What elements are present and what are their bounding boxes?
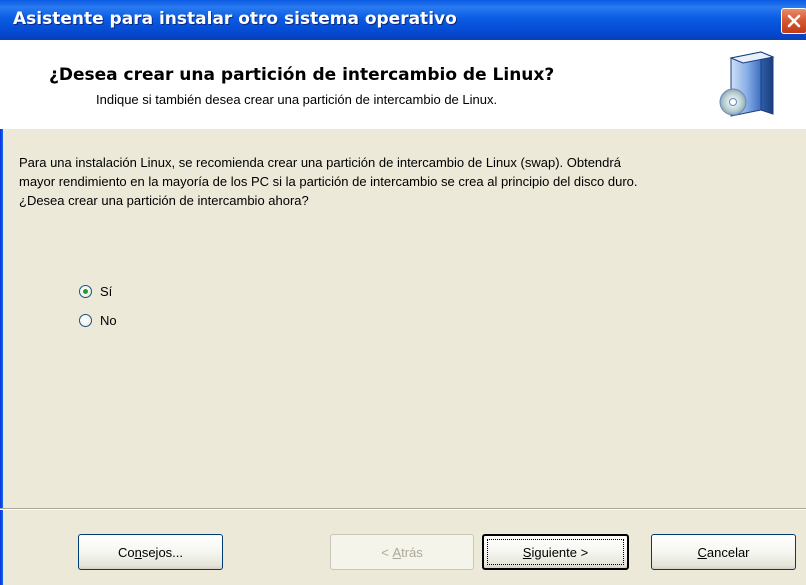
- focus-rectangle: [487, 539, 624, 565]
- cancel-button[interactable]: Cancelar: [651, 534, 796, 570]
- tips-label-part: Co: [117, 544, 135, 560]
- cancel-mnemonic: C: [697, 544, 707, 560]
- tips-label-rest: sejos...: [141, 544, 184, 560]
- radio-si[interactable]: Sí: [79, 282, 112, 300]
- radio-button-checked[interactable]: [79, 284, 92, 298]
- tips-mnemonic: n: [134, 544, 142, 560]
- page-subtitle: Indique si también desea crear una parti…: [96, 92, 498, 107]
- back-label-rest: trás: [401, 544, 423, 560]
- title-bar[interactable]: Asistente para instalar otro sistema ope…: [0, 0, 806, 40]
- wizard-header: ¿Desea crear una partición de intercambi…: [0, 40, 806, 129]
- description-text: Para una instalación Linux, se recomiend…: [19, 155, 638, 208]
- footer-divider: [0, 508, 806, 510]
- radio-si-label[interactable]: Sí: [100, 284, 112, 299]
- tips-button[interactable]: Co n sejos...: [78, 534, 223, 570]
- close-icon: [787, 14, 801, 28]
- close-button[interactable]: [781, 8, 806, 34]
- radio-no[interactable]: No: [79, 311, 117, 329]
- computer-cd-icon: [719, 51, 775, 117]
- header-divider: [0, 128, 806, 129]
- back-label-part: <: [381, 544, 393, 560]
- radio-button[interactable]: [79, 313, 92, 327]
- back-button[interactable]: < Atrás: [330, 534, 474, 570]
- cancel-label-rest: ancelar: [706, 544, 750, 560]
- page-title: ¿Desea crear una partición de intercambi…: [49, 65, 555, 85]
- back-mnemonic: A: [392, 544, 402, 560]
- radio-no-label[interactable]: No: [100, 313, 117, 328]
- window-title: Asistente para instalar otro sistema ope…: [13, 9, 457, 29]
- next-button[interactable]: Siguiente >: [482, 534, 629, 570]
